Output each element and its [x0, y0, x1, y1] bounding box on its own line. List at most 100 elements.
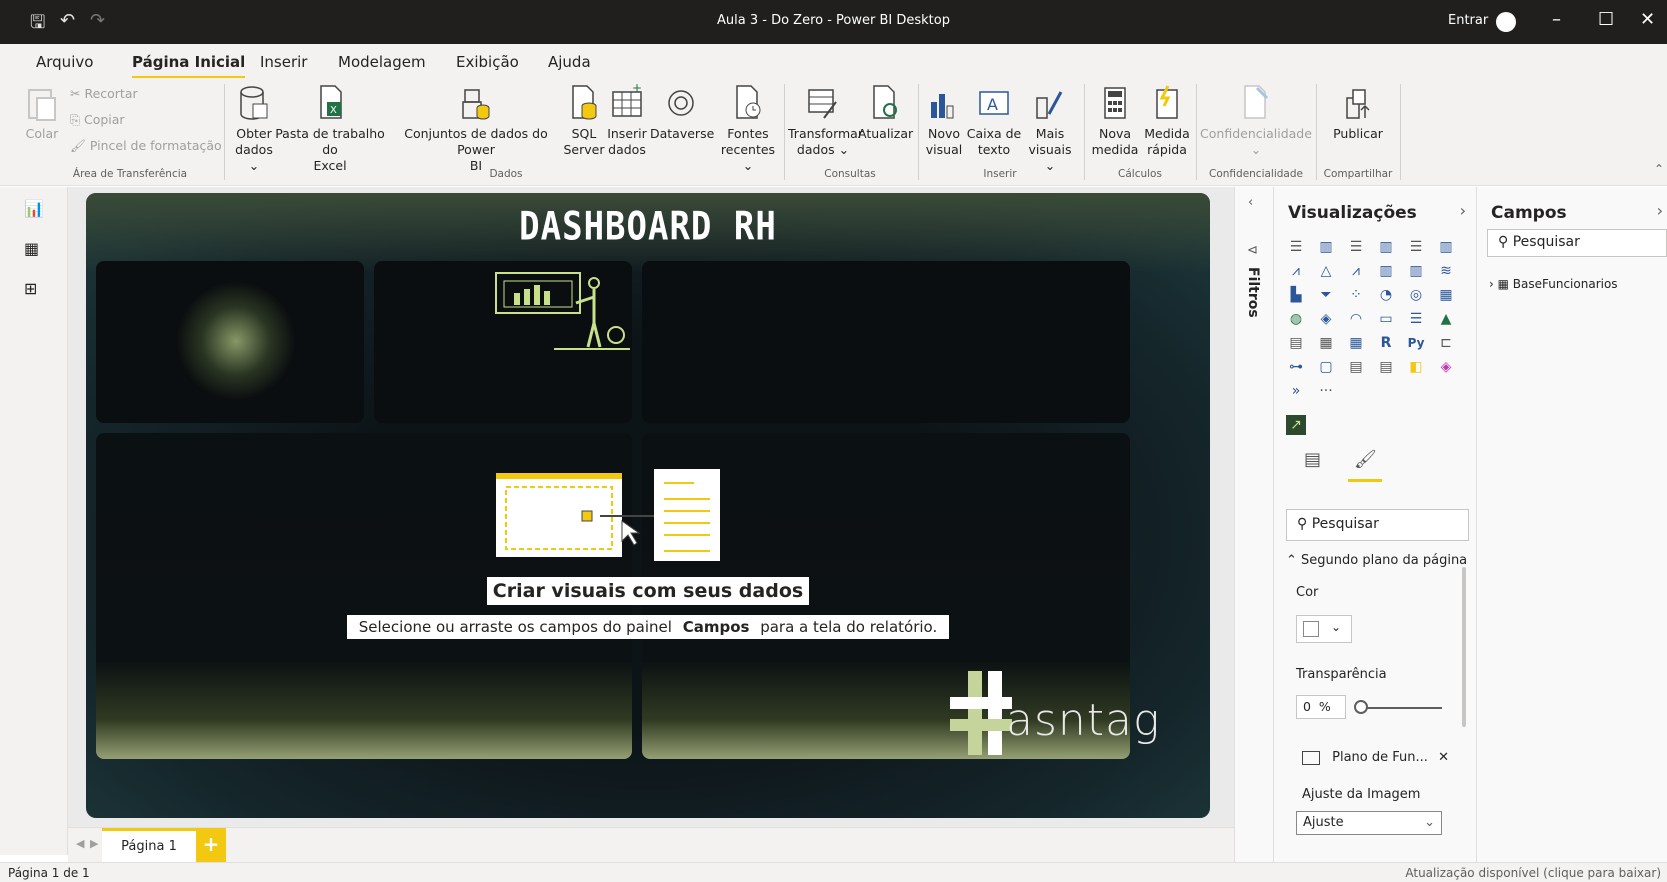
gauge-icon[interactable]: ◠: [1346, 309, 1366, 329]
sql-server-button[interactable]: SQL Server: [562, 84, 606, 158]
smart-narrative-icon[interactable]: ▤: [1346, 357, 1366, 377]
format-search-input[interactable]: ⚲ Pesquisar: [1286, 509, 1469, 541]
background-image-row[interactable]: Plano de Fun... ✕: [1302, 750, 1449, 765]
color-picker[interactable]: ⌄: [1296, 615, 1352, 643]
format-painter-button[interactable]: 🖌 Pincel de formatação: [70, 138, 222, 154]
close-button[interactable]: ✕: [1640, 9, 1655, 30]
section-page-background[interactable]: ⌃ Segundo plano da página: [1286, 553, 1467, 568]
enter-data-button[interactable]: + Inserir dados: [604, 84, 650, 158]
power-automate-icon[interactable]: ◈: [1436, 357, 1456, 377]
map-icon[interactable]: ◍: [1286, 309, 1306, 329]
line-column-icon[interactable]: ▥: [1376, 261, 1396, 281]
custom-visual-icon[interactable]: ↗: [1286, 415, 1306, 435]
waterfall-icon[interactable]: ▙: [1286, 285, 1306, 305]
power-automate-flow-icon[interactable]: »: [1286, 381, 1306, 401]
get-data-button[interactable]: Obter dados ⌄: [232, 84, 276, 174]
new-visual-button[interactable]: Novo visual: [922, 84, 966, 158]
power-apps-icon[interactable]: ◧: [1406, 357, 1426, 377]
pie-chart-icon[interactable]: ◔: [1376, 285, 1396, 305]
new-measure-button[interactable]: Nova medida: [1088, 84, 1142, 158]
tab-arquivo[interactable]: Arquivo: [36, 53, 93, 71]
cut-button[interactable]: ✂ Recortar: [70, 86, 138, 101]
collapse-visualizations-chevron-icon[interactable]: ›: [1460, 201, 1466, 220]
format-paint-roller-icon[interactable]: 🖌: [1354, 449, 1377, 470]
report-canvas-area[interactable]: DASHBOARD RH Criar visuais com seus dado…: [68, 187, 1234, 827]
more-visuals-ellipsis[interactable]: ···: [1316, 381, 1336, 401]
page-tab-1[interactable]: Página 1: [102, 828, 196, 863]
more-visuals-button[interactable]: Mais visuais ⌄: [1022, 84, 1078, 174]
transparency-slider[interactable]: [1356, 707, 1442, 709]
ribbon-chart-icon[interactable]: ≋: [1436, 261, 1456, 281]
key-influencers-icon[interactable]: ⊏: [1436, 333, 1456, 353]
line-chart-icon[interactable]: ⩘: [1286, 261, 1306, 281]
stacked-area-icon[interactable]: ⩘: [1346, 261, 1366, 281]
report-view-icon[interactable]: 📊: [24, 199, 44, 218]
tab-exibicao[interactable]: Exibição: [456, 53, 519, 71]
table-base-funcionarios[interactable]: › ▦ BaseFuncionarios: [1489, 277, 1618, 291]
filters-pane-collapsed[interactable]: ‹ ⊲ Filtros: [1234, 187, 1274, 862]
tab-modelagem[interactable]: Modelagem: [338, 53, 426, 71]
tab-ajuda[interactable]: Ajuda: [548, 53, 591, 71]
quick-measure-button[interactable]: Medida rápida: [1142, 84, 1192, 158]
data-view-icon[interactable]: ▦: [24, 239, 39, 258]
donut-chart-icon[interactable]: ◎: [1406, 285, 1426, 305]
treemap-icon[interactable]: ▦: [1436, 285, 1456, 305]
slicer-icon[interactable]: ▤: [1286, 333, 1306, 353]
publish-button[interactable]: Publicar: [1320, 84, 1396, 142]
stacked-column-icon[interactable]: ▥: [1316, 237, 1336, 257]
matrix-icon[interactable]: ▦: [1346, 333, 1366, 353]
python-visual-icon[interactable]: Py: [1406, 333, 1426, 353]
clustered-bar-icon[interactable]: ☰: [1346, 237, 1366, 257]
text-box-button[interactable]: A Caixa de texto: [966, 84, 1022, 158]
avatar[interactable]: [1496, 12, 1516, 32]
table-visual-icon[interactable]: ▦: [1316, 333, 1336, 353]
card-icon[interactable]: ▭: [1376, 309, 1396, 329]
scatter-icon[interactable]: ⁘: [1346, 285, 1366, 305]
r-script-icon[interactable]: R: [1376, 333, 1396, 353]
transparency-slider-knob[interactable]: [1354, 700, 1368, 714]
decomposition-tree-icon[interactable]: ⊶: [1286, 357, 1306, 377]
line-clustered-icon[interactable]: ▥: [1406, 261, 1426, 281]
clustered-column-icon[interactable]: ▥: [1376, 237, 1396, 257]
tab-pagina-inicial[interactable]: Página Inicial: [132, 53, 246, 79]
fields-tab-icon[interactable]: ▤: [1304, 449, 1321, 470]
collapse-fields-chevron-icon[interactable]: ›: [1657, 201, 1663, 220]
excel-button[interactable]: X Pasta de trabalho do Excel: [274, 84, 386, 174]
recent-sources-button[interactable]: Fontes recentes ⌄: [716, 84, 780, 174]
sign-in-button[interactable]: Entrar: [1448, 13, 1488, 28]
refresh-button[interactable]: Atualizar: [858, 84, 913, 142]
collapse-ribbon-icon[interactable]: ⌃: [1654, 162, 1664, 176]
area-chart-icon[interactable]: △: [1316, 261, 1336, 281]
calculator-icon: [1104, 87, 1126, 119]
tab-inserir[interactable]: Inserir: [260, 53, 307, 71]
prev-page-icon[interactable]: ◀: [76, 837, 84, 850]
funnel-icon[interactable]: ⏷: [1316, 285, 1336, 305]
paste-button[interactable]: Colar: [22, 84, 62, 142]
filled-map-icon[interactable]: ◈: [1316, 309, 1336, 329]
update-available-link[interactable]: Atualização disponível (clique para baix…: [1405, 866, 1661, 880]
sensitivity-button[interactable]: Confidencialidade ⌄: [1200, 84, 1312, 158]
transform-data-button[interactable]: Transformar dados ⌄: [788, 84, 863, 158]
remove-image-icon[interactable]: ✕: [1438, 750, 1449, 765]
multi-row-card-icon[interactable]: ☰: [1406, 309, 1426, 329]
maximize-button[interactable]: ☐: [1598, 9, 1614, 30]
minimize-button[interactable]: –: [1552, 9, 1561, 30]
model-view-icon[interactable]: ⊞: [24, 279, 37, 298]
paginated-report-icon[interactable]: ▤: [1376, 357, 1396, 377]
dataverse-button[interactable]: Dataverse: [650, 84, 714, 142]
image-fit-dropdown[interactable]: Ajuste ⌄: [1296, 811, 1442, 835]
add-page-button[interactable]: +: [196, 828, 226, 863]
copy-button[interactable]: ⎘ Copiar: [70, 112, 125, 128]
100-bar-icon[interactable]: ☰: [1406, 237, 1426, 257]
transparency-input[interactable]: 0 %: [1296, 695, 1346, 719]
qa-visual-icon[interactable]: ▢: [1316, 357, 1336, 377]
fields-search-input[interactable]: ⚲ Pesquisar: [1487, 229, 1667, 257]
expand-filters-chevron-icon[interactable]: ‹: [1248, 195, 1253, 210]
datasets-button[interactable]: Conjuntos de dados do Power BI: [390, 84, 562, 174]
100-column-icon[interactable]: ▥: [1436, 237, 1456, 257]
report-page[interactable]: DASHBOARD RH Criar visuais com seus dado…: [86, 193, 1210, 818]
stacked-bar-icon[interactable]: ☰: [1286, 237, 1306, 257]
next-page-icon[interactable]: ▶: [90, 837, 98, 850]
pane-scrollbar[interactable]: [1462, 567, 1466, 727]
kpi-icon[interactable]: ▲: [1436, 309, 1456, 329]
